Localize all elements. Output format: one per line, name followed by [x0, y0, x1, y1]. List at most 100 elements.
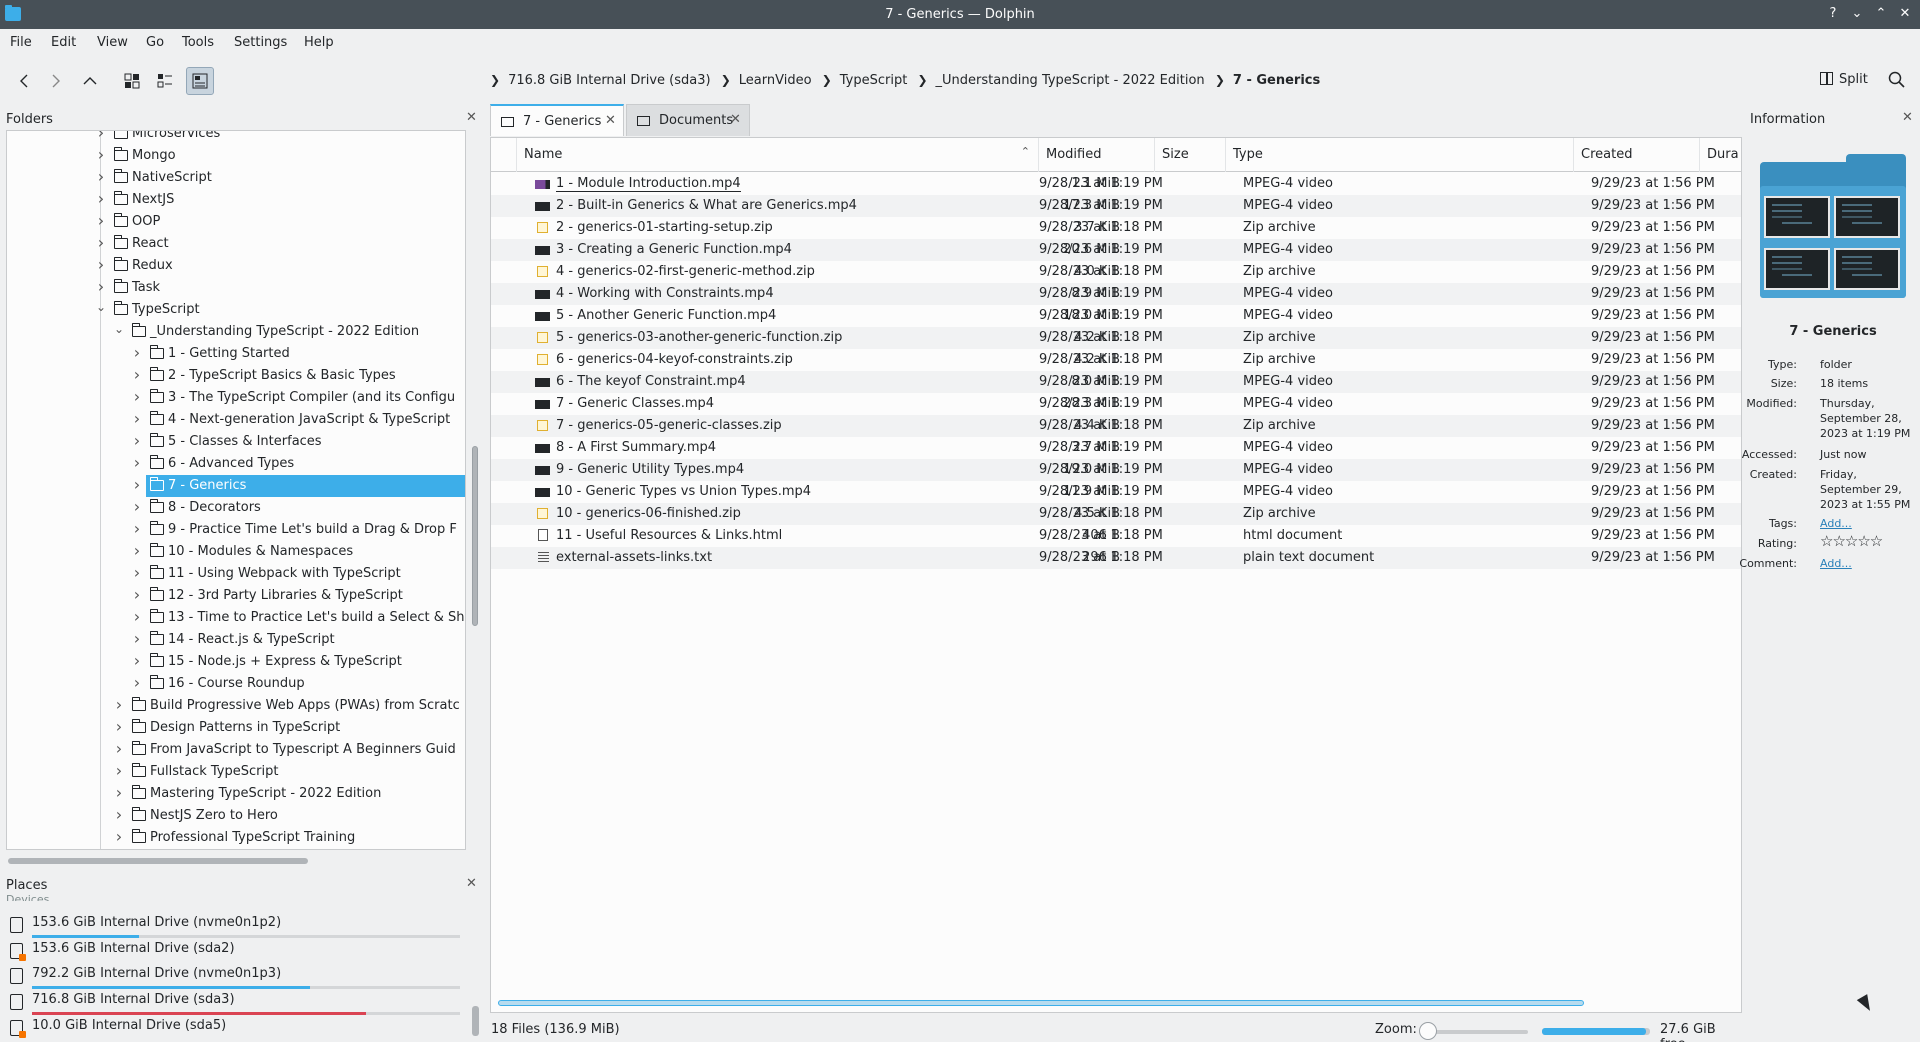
folder-tree-item[interactable]: › 14 - React.js & TypeScript: [7, 629, 465, 651]
place-device-item[interactable]: 716.8 GiB Internal Drive (sda3): [10, 991, 465, 1015]
folder-tree-item[interactable]: › From JavaScript to Typescript A Beginne…: [7, 739, 465, 761]
file-row[interactable]: 1 - Module Introduction.mp4 9/28/23 at 1:…: [491, 173, 1741, 195]
file-row[interactable]: 5 - generics-03-another-generic-function…: [491, 327, 1741, 349]
file-view-hscrollbar[interactable]: [498, 1000, 1584, 1006]
file-row[interactable]: 10 - generics-06-finished.zip 9/28/23 at …: [491, 503, 1741, 525]
chevron-right-icon[interactable]: ›: [132, 585, 142, 604]
maximize-button[interactable]: ⌃: [1871, 4, 1891, 24]
up-button[interactable]: [76, 67, 104, 95]
file-view[interactable]: Name ⌃ Modified Size Type Created Dura 1 …: [490, 137, 1742, 1013]
chevron-right-icon[interactable]: ›: [132, 365, 142, 384]
chevron-right-icon[interactable]: ›: [114, 805, 124, 824]
breadcrumb-current[interactable]: 7 - Generics: [1233, 73, 1320, 88]
chevron-right-icon[interactable]: ›: [96, 233, 106, 252]
file-row[interactable]: 11 - Useful Resources & Links.html 9/28/2…: [491, 525, 1741, 547]
folder-tree-item[interactable]: › 2 - TypeScript Basics & Basic Types: [7, 365, 465, 387]
place-device-item[interactable]: 153.6 GiB Internal Drive (nvme0n1p2): [10, 914, 465, 938]
add-comment-link[interactable]: Add...: [1820, 556, 1852, 571]
chevron-right-icon[interactable]: ›: [114, 695, 124, 714]
file-row[interactable]: 7 - Generic Classes.mp4 9/28/23 at 1:19 P…: [491, 393, 1741, 415]
file-row[interactable]: 2 - Built-in Generics & What are Generic…: [491, 195, 1741, 217]
places-scrollbar[interactable]: [472, 1006, 479, 1036]
chevron-right-icon[interactable]: ›: [114, 827, 124, 846]
place-device-item[interactable]: 10.0 GiB Internal Drive (sda5): [10, 1017, 465, 1041]
chevron-right-icon[interactable]: ›: [132, 431, 142, 450]
folder-tree-item[interactable]: › Microservices: [7, 131, 465, 145]
folder-tree-item[interactable]: › Design Patterns in TypeScript: [7, 717, 465, 739]
chevron-right-icon[interactable]: ›: [114, 761, 124, 780]
add-tags-link[interactable]: Add...: [1820, 516, 1852, 531]
chevron-right-icon[interactable]: ›: [132, 651, 142, 670]
chevron-right-icon[interactable]: ›: [132, 541, 142, 560]
search-button[interactable]: [1887, 70, 1907, 90]
file-row[interactable]: external-assets-links.txt 9/28/23 at 1:18…: [491, 547, 1741, 569]
folder-tree-item[interactable]: › 15 - Node.js + Express & TypeScript: [7, 651, 465, 673]
chevron-down-icon[interactable]: ⌄: [96, 300, 106, 314]
chevron-right-icon[interactable]: ›: [96, 145, 106, 164]
chevron-right-icon[interactable]: ›: [114, 717, 124, 736]
menu-edit[interactable]: Edit: [51, 35, 76, 50]
split-button[interactable]: Split: [1820, 72, 1868, 87]
breadcrumb-item[interactable]: 716.8 GiB Internal Drive (sda3): [508, 73, 711, 88]
chevron-right-icon[interactable]: ›: [114, 739, 124, 758]
file-row[interactable]: 10 - Generic Types vs Union Types.mp4 9/2…: [491, 481, 1741, 503]
breadcrumb-item[interactable]: TypeScript: [840, 73, 908, 88]
folder-tree-item[interactable]: › 16 - Course Roundup: [7, 673, 465, 695]
chevron-right-icon[interactable]: ›: [132, 607, 142, 626]
breadcrumb-item[interactable]: LearnVideo: [739, 73, 812, 88]
chevron-right-icon[interactable]: ›: [132, 629, 142, 648]
chevron-down-icon[interactable]: ⌄: [114, 322, 124, 336]
folder-tree-item[interactable]: › 5 - Classes & Interfaces: [7, 431, 465, 453]
column-type[interactable]: Type: [1225, 138, 1573, 172]
close-tab-icon[interactable]: ✕: [605, 113, 616, 128]
folder-tree-item[interactable]: › 6 - Advanced Types: [7, 453, 465, 475]
folder-tree-item[interactable]: › 13 - Time to Practice Let's build a Sel…: [7, 607, 465, 629]
chevron-right-icon[interactable]: ›: [96, 211, 106, 230]
folder-tree-item[interactable]: › Mastering TypeScript - 2022 Edition: [7, 783, 465, 805]
chevron-right-icon[interactable]: ›: [114, 783, 124, 802]
folder-tree-item[interactable]: › 8 - Decorators: [7, 497, 465, 519]
menu-tools[interactable]: Tools: [182, 35, 214, 50]
scrollbar-thumb[interactable]: [472, 446, 478, 626]
tab-7-generics[interactable]: 7 - Generics ✕: [490, 104, 624, 136]
close-window-button[interactable]: ✕: [1895, 4, 1915, 24]
folder-tree-item[interactable]: › React: [7, 233, 465, 255]
chevron-right-icon[interactable]: ›: [96, 255, 106, 274]
close-tab-icon[interactable]: ✕: [730, 112, 741, 127]
folder-tree-item[interactable]: › Build Progressive Web Apps (PWAs) from …: [7, 695, 465, 717]
folder-tree-item[interactable]: › 7 - Generics: [134, 475, 465, 497]
chevron-right-icon[interactable]: ›: [132, 497, 142, 516]
folder-tree[interactable]: › Microservices › Mongo › NativeScript › NextJS…: [6, 130, 466, 850]
menu-go[interactable]: Go: [146, 35, 164, 50]
folder-tree-item[interactable]: › 12 - 3rd Party Libraries & TypeScript: [7, 585, 465, 607]
chevron-right-icon[interactable]: ›: [96, 131, 106, 142]
zoom-slider-handle[interactable]: [1419, 1022, 1437, 1040]
file-row[interactable]: 9 - Generic Utility Types.mp4 9/28/23 at …: [491, 459, 1741, 481]
back-button[interactable]: [10, 67, 38, 95]
folder-tree-item[interactable]: › 9 - Practice Time Let's build a Drag & …: [7, 519, 465, 541]
close-icon[interactable]: ✕: [466, 876, 477, 891]
chevron-right-icon[interactable]: ›: [132, 387, 142, 406]
close-icon[interactable]: ✕: [1902, 110, 1913, 125]
chevron-right-icon[interactable]: ›: [132, 409, 142, 428]
chevron-right-icon[interactable]: ›: [132, 343, 142, 362]
menu-view[interactable]: View: [97, 35, 128, 50]
file-row[interactable]: 6 - The keyof Constraint.mp4 9/28/23 at 1…: [491, 371, 1741, 393]
chevron-right-icon[interactable]: ›: [132, 519, 142, 538]
chevron-right-icon[interactable]: ›: [96, 167, 106, 186]
menu-settings[interactable]: Settings: [234, 35, 287, 50]
place-device-item[interactable]: 153.6 GiB Internal Drive (sda2): [10, 940, 465, 964]
breadcrumb-item[interactable]: _Understanding TypeScript - 2022 Edition: [936, 73, 1205, 88]
column-duration[interactable]: Dura: [1699, 138, 1741, 172]
folder-tree-item[interactable]: › NativeScript: [7, 167, 465, 189]
chevron-right-icon[interactable]: ›: [132, 475, 142, 494]
icons-view-button[interactable]: [118, 67, 146, 95]
folder-tree-item[interactable]: ⌄ TypeScript: [7, 299, 465, 321]
file-row[interactable]: 4 - Working with Constraints.mp4 9/28/23 …: [491, 283, 1741, 305]
file-row[interactable]: 5 - Another Generic Function.mp4 9/28/23 …: [491, 305, 1741, 327]
menu-help[interactable]: Help: [304, 35, 334, 50]
file-row[interactable]: 4 - generics-02-first-generic-method.zip…: [491, 261, 1741, 283]
menu-file[interactable]: File: [10, 35, 32, 50]
chevron-right-icon[interactable]: ›: [96, 277, 106, 296]
help-button[interactable]: ?: [1823, 4, 1843, 24]
